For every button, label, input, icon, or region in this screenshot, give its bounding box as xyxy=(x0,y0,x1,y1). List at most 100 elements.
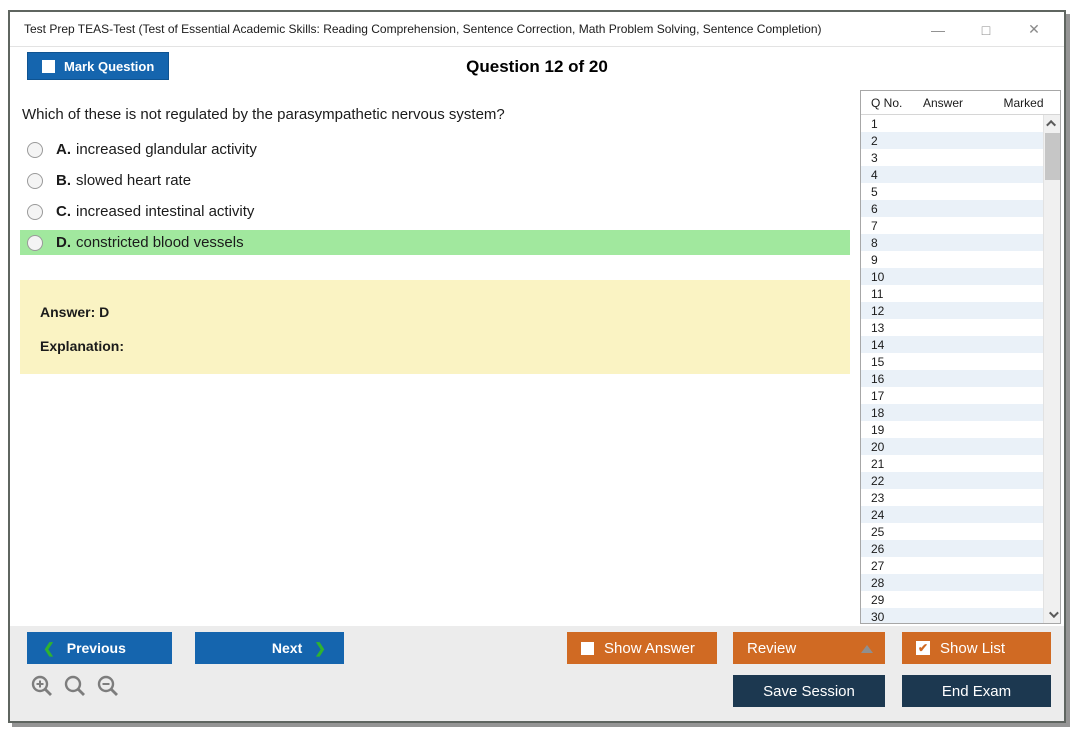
question-list-cell: 25 xyxy=(871,524,885,539)
question-list-row[interactable]: 26 xyxy=(861,540,1043,557)
option-letter: C. xyxy=(56,203,71,220)
question-list-cell: 7 xyxy=(871,218,878,233)
zoom-out-icon[interactable] xyxy=(96,674,120,698)
radio-button-icon[interactable] xyxy=(27,203,43,220)
question-list-row[interactable]: 2 xyxy=(861,132,1043,149)
question-list-row[interactable]: 10 xyxy=(861,268,1043,285)
question-list-cell: 6 xyxy=(871,201,878,216)
question-list-row[interactable]: 5 xyxy=(861,183,1043,200)
question-list-row[interactable]: 18 xyxy=(861,404,1043,421)
radio-button-icon[interactable] xyxy=(27,172,43,189)
question-list-row[interactable]: 25 xyxy=(861,523,1043,540)
question-list-row[interactable]: 24 xyxy=(861,506,1043,523)
footer-bar: ❮ Previous Next ❯ Show Answer Review ✔ S… xyxy=(10,626,1064,721)
review-dropdown-button[interactable]: Review xyxy=(733,632,885,664)
radio-button-icon[interactable] xyxy=(27,234,43,251)
question-list-row[interactable]: 6 xyxy=(861,200,1043,217)
question-list-cell: 1 xyxy=(871,116,878,131)
option-row[interactable]: A. increased glandular activity xyxy=(20,137,850,162)
question-list-row[interactable]: 19 xyxy=(861,421,1043,438)
question-list-row[interactable]: 11 xyxy=(861,285,1043,302)
question-list-row[interactable]: 29 xyxy=(861,591,1043,608)
question-list-cell: 19 xyxy=(871,422,885,437)
question-list-row[interactable]: 13 xyxy=(861,319,1043,336)
question-list-row[interactable]: 14 xyxy=(861,336,1043,353)
column-header-qno: Q No. xyxy=(871,95,903,110)
option-row[interactable]: D. constricted blood vessels xyxy=(20,230,850,255)
explanation-label: Explanation: xyxy=(40,338,125,354)
zoom-reset-icon[interactable] xyxy=(63,674,87,698)
question-list-row[interactable]: 28 xyxy=(861,574,1043,591)
zoom-in-icon[interactable] xyxy=(30,674,54,698)
option-row[interactable]: B. slowed heart rate xyxy=(20,168,850,193)
question-list-cell: 17 xyxy=(871,388,885,403)
show-list-button[interactable]: ✔ Show List xyxy=(902,632,1051,664)
question-counter: Question 12 of 20 xyxy=(466,57,608,76)
show-answer-label: Show Answer xyxy=(604,639,695,657)
previous-button[interactable]: ❮ Previous xyxy=(27,632,172,664)
option-letter: D. xyxy=(56,234,71,251)
question-list-cell: 22 xyxy=(871,473,885,488)
question-list-cell: 30 xyxy=(871,609,885,624)
previous-label: Previous xyxy=(66,640,126,656)
maximize-icon[interactable]: □ xyxy=(962,12,1010,47)
question-list-row[interactable]: 22 xyxy=(861,472,1043,489)
question-list-row[interactable]: 17 xyxy=(861,387,1043,404)
close-icon[interactable]: ✕ xyxy=(1010,12,1058,47)
question-list-row[interactable]: 27 xyxy=(861,557,1043,574)
question-list-row[interactable]: 9 xyxy=(861,251,1043,268)
option-letter: A. xyxy=(56,141,71,158)
question-list-row[interactable]: 23 xyxy=(861,489,1043,506)
scrollbar-thumb[interactable] xyxy=(1045,133,1060,180)
question-list-cell: 15 xyxy=(871,354,885,369)
question-list-cell: 2 xyxy=(871,133,878,148)
question-list-cell: 4 xyxy=(871,167,878,182)
question-list-row[interactable]: 4 xyxy=(861,166,1043,183)
question-list-row[interactable]: 12 xyxy=(861,302,1043,319)
question-list-cell: 13 xyxy=(871,320,885,335)
question-list-cell: 10 xyxy=(871,269,885,284)
question-list-row[interactable]: 21 xyxy=(861,455,1043,472)
option-text: increased intestinal activity xyxy=(76,203,255,220)
question-list-cell: 12 xyxy=(871,303,885,318)
question-list-row[interactable]: 15 xyxy=(861,353,1043,370)
option-row[interactable]: C. increased intestinal activity xyxy=(20,199,850,224)
checked-checkbox-icon[interactable]: ✔ xyxy=(916,641,930,655)
end-exam-label: End Exam xyxy=(941,682,1012,700)
question-list-row[interactable]: 20 xyxy=(861,438,1043,455)
save-session-button[interactable]: Save Session xyxy=(733,675,885,707)
chevron-down-icon xyxy=(1048,608,1059,619)
scroll-down-icon[interactable] xyxy=(1044,606,1061,623)
scroll-up-icon[interactable] xyxy=(1044,115,1061,132)
question-list-row[interactable]: 3 xyxy=(861,149,1043,166)
window-controls: — □ ✕ xyxy=(914,12,1058,47)
question-list-cell: 23 xyxy=(871,490,885,505)
question-list-cell: 26 xyxy=(871,541,885,556)
column-header-marked: Marked xyxy=(1003,95,1044,110)
question-list-cell: 3 xyxy=(871,150,878,165)
question-list-row[interactable]: 16 xyxy=(861,370,1043,387)
question-list-cell: 29 xyxy=(871,592,885,607)
question-text: Which of these is not regulated by the p… xyxy=(22,106,505,123)
question-list-row[interactable]: 1 xyxy=(861,115,1043,132)
chevron-right-icon: ❯ xyxy=(314,639,326,656)
checkbox-icon[interactable] xyxy=(581,641,594,655)
end-exam-button[interactable]: End Exam xyxy=(902,675,1051,707)
next-button[interactable]: Next ❯ xyxy=(195,632,344,664)
minimize-icon[interactable]: — xyxy=(914,12,962,47)
window-title: Test Prep TEAS-Test (Test of Essential A… xyxy=(24,22,822,36)
option-text: slowed heart rate xyxy=(76,172,192,189)
app-window: Test Prep TEAS-Test (Test of Essential A… xyxy=(8,10,1066,723)
question-list-cell: 16 xyxy=(871,371,885,386)
question-list-header: Q No. Answer Marked xyxy=(861,91,1060,115)
question-list-row[interactable]: 8 xyxy=(861,234,1043,251)
review-label: Review xyxy=(747,639,797,657)
question-list-cell: 9 xyxy=(871,252,878,267)
question-list-row[interactable]: 30 xyxy=(861,608,1043,623)
chevron-left-icon: ❮ xyxy=(43,639,55,656)
option-letter: B. xyxy=(56,172,71,189)
scrollbar[interactable] xyxy=(1043,115,1060,623)
radio-button-icon[interactable] xyxy=(27,141,43,158)
show-answer-button[interactable]: Show Answer xyxy=(567,632,717,664)
question-list-row[interactable]: 7 xyxy=(861,217,1043,234)
